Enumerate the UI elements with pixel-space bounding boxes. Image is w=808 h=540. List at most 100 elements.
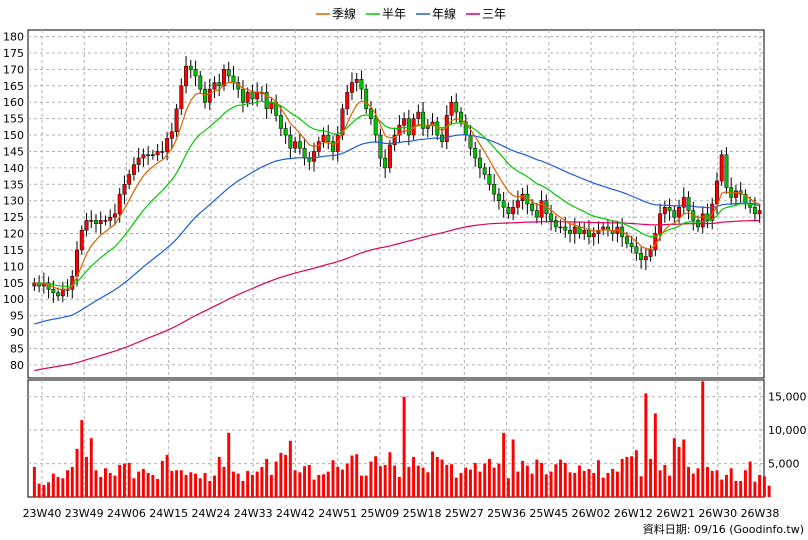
volume-bar <box>378 466 382 497</box>
volume-bar <box>540 462 544 497</box>
candle-body <box>222 69 226 87</box>
volume-bar <box>762 476 766 497</box>
data-date-note: 資料日期: 09/16 (Goodinfo.tw) <box>643 522 804 536</box>
volume-bar <box>544 474 548 497</box>
volume-bar <box>587 468 591 497</box>
x-tick-label: 26W21 <box>656 507 695 520</box>
volume-bar <box>75 448 79 497</box>
volume-bar <box>345 463 349 497</box>
y-tick-label: 125 <box>3 211 24 224</box>
volume-bar <box>511 439 515 497</box>
x-tick-label: 25W36 <box>487 507 526 520</box>
volume-bar <box>407 466 411 497</box>
candle-body <box>639 252 644 261</box>
candle-body <box>530 203 535 211</box>
volume-bar <box>445 464 449 497</box>
volume-bar <box>331 460 335 497</box>
volume-bar <box>203 472 207 497</box>
candle-body <box>217 82 222 87</box>
candle-body <box>511 207 516 215</box>
candle-body <box>582 230 587 234</box>
volume-bar <box>634 450 638 497</box>
volume-bar <box>99 476 103 497</box>
volume-bar <box>156 478 160 497</box>
volume-bar <box>222 466 226 497</box>
candle-body <box>715 180 719 205</box>
candle-body <box>193 69 198 77</box>
y-tick-label: 150 <box>3 129 24 142</box>
volume-bar <box>435 456 439 497</box>
candle-body <box>354 78 359 83</box>
y-tick-label: 105 <box>3 277 24 290</box>
volume-bar <box>241 480 245 497</box>
volume-bar <box>369 461 373 497</box>
volume-bar <box>350 455 354 497</box>
volume-bar <box>246 470 250 497</box>
volume-bar <box>307 464 311 497</box>
volume-bar <box>198 478 202 497</box>
volume-bar <box>326 471 330 497</box>
candle-body <box>700 213 705 228</box>
volume-bar <box>32 466 36 497</box>
volume-bar <box>137 471 141 497</box>
candle-body <box>51 289 56 293</box>
candle-body <box>188 65 193 70</box>
candle-body <box>677 207 682 218</box>
volume-bar <box>250 474 254 497</box>
candle-body <box>539 200 544 218</box>
volume-bar <box>56 476 60 497</box>
candle-body <box>643 256 648 261</box>
candle-body <box>321 134 326 142</box>
volume-bar <box>42 484 46 497</box>
candle-body <box>568 230 572 234</box>
volume-bar <box>492 467 496 497</box>
x-tick-label: 26W02 <box>572 507 611 520</box>
volume-bar <box>175 470 179 497</box>
y-tick-label: 160 <box>3 96 24 109</box>
volume-bar <box>288 440 292 497</box>
volume-bar <box>663 464 667 497</box>
volume-bar <box>644 393 648 497</box>
x-tick-label: 26W12 <box>614 507 653 520</box>
candle-body <box>316 141 321 152</box>
volume-bar <box>421 467 425 497</box>
candle-body <box>534 210 539 218</box>
volume-bar <box>132 478 136 497</box>
volume-bar <box>66 470 70 497</box>
candle-body <box>359 78 364 90</box>
volume-bar <box>530 473 534 497</box>
candle-body <box>160 151 165 153</box>
volume-bar <box>85 456 88 497</box>
legend-label: 年線 <box>432 6 456 21</box>
volume-bar <box>127 462 131 497</box>
volume-bar <box>464 467 468 497</box>
candle-body <box>94 220 98 224</box>
candle-body <box>506 207 511 215</box>
candle-body <box>558 226 563 229</box>
x-tick-label: 24W24 <box>192 507 231 520</box>
volume-bar <box>497 463 501 497</box>
volume-bar <box>649 458 653 497</box>
volume-bar <box>758 474 762 497</box>
candle-body <box>136 157 141 165</box>
candle-body <box>577 226 582 234</box>
volume-bar <box>426 472 430 497</box>
candle-body <box>572 226 577 234</box>
candle-body <box>345 92 350 110</box>
volume-bar <box>122 463 126 497</box>
candle-body <box>169 131 174 139</box>
volume-bar <box>322 474 325 497</box>
y-tick-label: 90 <box>10 326 24 339</box>
y-tick-label: 130 <box>3 195 24 208</box>
candle-body <box>724 154 729 188</box>
candle-body <box>75 249 79 277</box>
volume-bar <box>397 476 401 497</box>
candle-body <box>402 118 407 126</box>
volume-bar <box>563 462 567 497</box>
volume-bar <box>274 461 278 497</box>
volume-bar <box>260 466 264 497</box>
legend-label: 三年 <box>482 7 506 21</box>
volume-bar <box>559 459 563 497</box>
volume-bar <box>108 472 112 497</box>
volume-bar <box>483 463 487 497</box>
